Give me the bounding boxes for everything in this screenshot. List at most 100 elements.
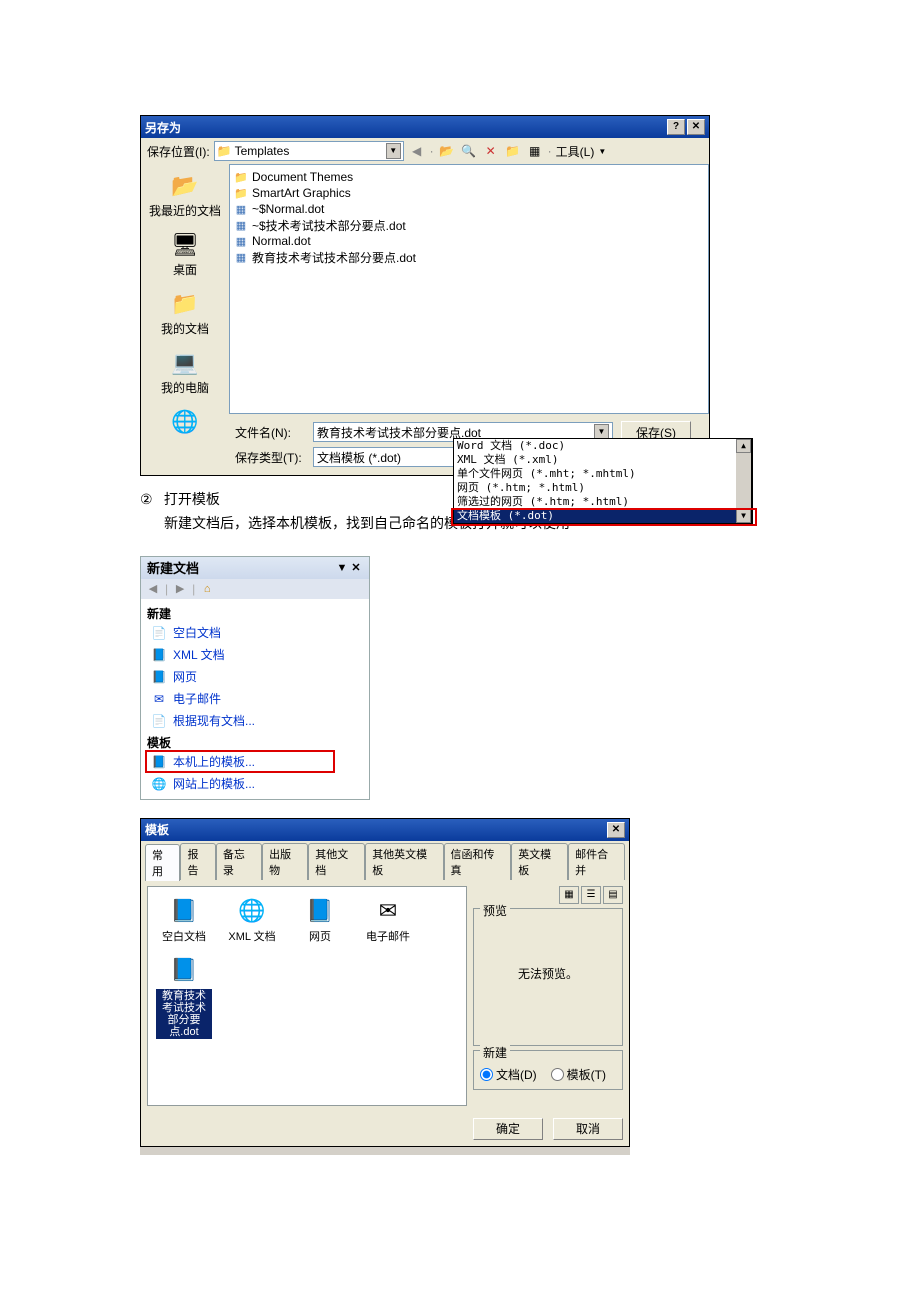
new-document-taskpane: 新建文档 ▼ ✕ ◀ | ▶ | ⌂ 新建 📄空白文档📘XML 文档📘网页✉电子… [140,556,370,800]
tab[interactable]: 英文模板 [511,843,568,880]
taskpane-item[interactable]: 🌐网站上的模板... [147,773,363,795]
dropdown-option[interactable]: 筛选过的网页 (*.htm; *.html) [454,495,751,509]
file-name: Document Themes [252,170,353,184]
item-icon: ✉ [151,691,167,707]
new-group: 新建 文档(D) 模板(T) [473,1050,623,1090]
chevron-down-icon[interactable]: ▼ [598,147,606,156]
chevron-down-icon[interactable]: ▼ [335,562,349,574]
delete-icon[interactable]: ✕ [482,142,500,160]
file-item[interactable]: 📁SmartArt Graphics [234,185,704,201]
place-item[interactable]: 📁我的文档 [145,288,225,337]
dropdown-option[interactable]: 文档模板 (*.dot) [454,509,751,523]
tab[interactable]: 邮件合并 [568,843,625,880]
taskpane-item[interactable]: 📘本机上的模板... [147,751,363,773]
item-label: 网页 [173,668,197,685]
new-folder-icon[interactable]: 📁 [504,142,522,160]
template-item[interactable]: 📘空白文档 [156,895,212,944]
dropdown-option[interactable]: XML 文档 (*.xml) [454,453,751,467]
preview-text: 无法预览。 [480,922,616,1026]
scroll-down-icon[interactable]: ▼ [736,509,751,523]
views-icon[interactable]: ▦ [526,142,544,160]
tab[interactable]: 备忘录 [216,843,262,880]
tab[interactable]: 出版物 [262,843,308,880]
file-item[interactable]: ▦教育技术考试技术部分要点.dot [234,249,704,265]
filetype-dropdown[interactable]: Word 文档 (*.doc)XML 文档 (*.xml)单个文件网页 (*.m… [453,438,753,524]
footer-bar [140,1147,630,1155]
document-icon: ▦ [234,202,248,216]
place-label: 桌面 [173,261,197,278]
back-icon[interactable]: ◀ [408,142,426,160]
close-button[interactable]: ✕ [687,119,705,135]
place-item[interactable]: 🖥桌面 [145,229,225,278]
folder-icon: 📁 [217,144,232,158]
taskpane-item[interactable]: 📘网页 [147,666,363,688]
taskpane-item[interactable]: ✉ 电子邮件 [147,688,363,710]
template-item[interactable]: ✉ 电子邮件 [360,895,416,944]
dropdown-option[interactable]: 网页 (*.htm; *.html) [454,481,751,495]
taskpane-item[interactable]: 📄根据现有文档... [147,710,363,732]
preview-box: 预览 无法预览。 [473,908,623,1046]
tab-strip: 常用报告备忘录出版物其他文档其他英文模板信函和传真英文模板邮件合并 [141,841,629,880]
place-icon: 📂 [169,170,201,202]
chevron-down-icon[interactable]: ▼ [386,143,401,159]
up-folder-icon[interactable]: 📂 [438,142,456,160]
item-icon: 📘 [151,647,167,663]
template-label: 电子邮件 [365,930,411,944]
tab[interactable]: 其他英文模板 [365,843,443,880]
item-label: 电子邮件 [173,690,221,707]
dropdown-option[interactable]: Word 文档 (*.doc) [454,439,751,453]
file-item[interactable]: ▦Normal.dot [234,233,704,249]
details-view[interactable]: ▤ [603,886,623,904]
close-button[interactable]: ✕ [607,822,625,838]
file-item[interactable]: 📁Document Themes [234,169,704,185]
item-label: 本机上的模板... [173,753,255,770]
tab[interactable]: 报告 [180,843,215,880]
back-icon[interactable]: ◀ [145,581,161,597]
template-item[interactable]: 📘教育技术考试技术部分要点.dot [156,954,212,1039]
place-item[interactable]: 📂我最近的文档 [145,170,225,219]
location-combo[interactable]: 📁 Templates ▼ [214,141,404,161]
list-view[interactable]: ☰ [581,886,601,904]
place-icon: 🖥 [169,229,201,261]
cancel-button[interactable]: 取消 [553,1118,623,1140]
taskpane-item[interactable]: 📘 XML 文档 [147,644,363,666]
taskpane-item[interactable]: 📄 空白文档 [147,622,363,644]
large-icons-view[interactable]: ▦ [559,886,579,904]
template-list[interactable]: 📘空白文档🌐XML 文档📘网页✉电子邮件📘教育技术考试技术部分要点.dot [147,886,467,1106]
file-listing[interactable]: 📁Document Themes📁SmartArt Graphics▦ ~$Nor… [229,164,709,414]
template-label: 教育技术考试技术部分要点.dot [156,989,212,1039]
toolbar: 保存位置(I): 📁 Templates ▼ ◀ · 📂 🔍 ✕ 📁 ▦ · 工… [141,138,709,164]
place-item[interactable]: 💻我的电脑 [145,347,225,396]
template-item[interactable]: 🌐XML 文档 [224,895,280,944]
item-icon: 📄 [151,625,167,641]
file-name: ~$Normal.dot [252,202,324,216]
tools-menu[interactable]: 工具(L) [556,143,595,160]
file-name: SmartArt Graphics [252,186,351,200]
template-icon: ✉ [372,895,404,927]
radio-document[interactable]: 文档(D) [480,1066,537,1083]
filename-label: 文件名(N): [235,424,305,441]
file-name: 教育技术考试技术部分要点.dot [252,249,416,266]
item-label: XML 文档 [173,646,225,663]
item-label: 空白文档 [173,624,221,641]
dropdown-option[interactable]: 单个文件网页 (*.mht; *.mhtml) [454,467,751,481]
template-item[interactable]: 📘网页 [292,895,348,944]
item-icon: 🌐 [151,776,167,792]
tab[interactable]: 信函和传真 [444,843,512,880]
search-icon[interactable]: 🔍 [460,142,478,160]
tab[interactable]: 其他文档 [308,843,365,880]
home-icon[interactable]: ⌂ [199,581,215,597]
template-icon: 📘 [168,895,200,927]
scroll-up-icon[interactable]: ▲ [736,439,751,453]
template-label: 网页 [308,930,332,944]
ok-button[interactable]: 确定 [473,1118,543,1140]
help-button[interactable]: ? [667,119,685,135]
tab[interactable]: 常用 [145,844,180,881]
location-value: Templates [232,144,386,158]
close-icon[interactable]: ✕ [349,561,363,574]
forward-icon[interactable]: ▶ [172,581,188,597]
file-item[interactable]: ▦~$技术考试技术部分要点.dot [234,217,704,233]
file-item[interactable]: ▦ ~$Normal.dot [234,201,704,217]
radio-template[interactable]: 模板(T) [551,1066,606,1083]
place-item[interactable]: 🌐 [145,406,225,438]
